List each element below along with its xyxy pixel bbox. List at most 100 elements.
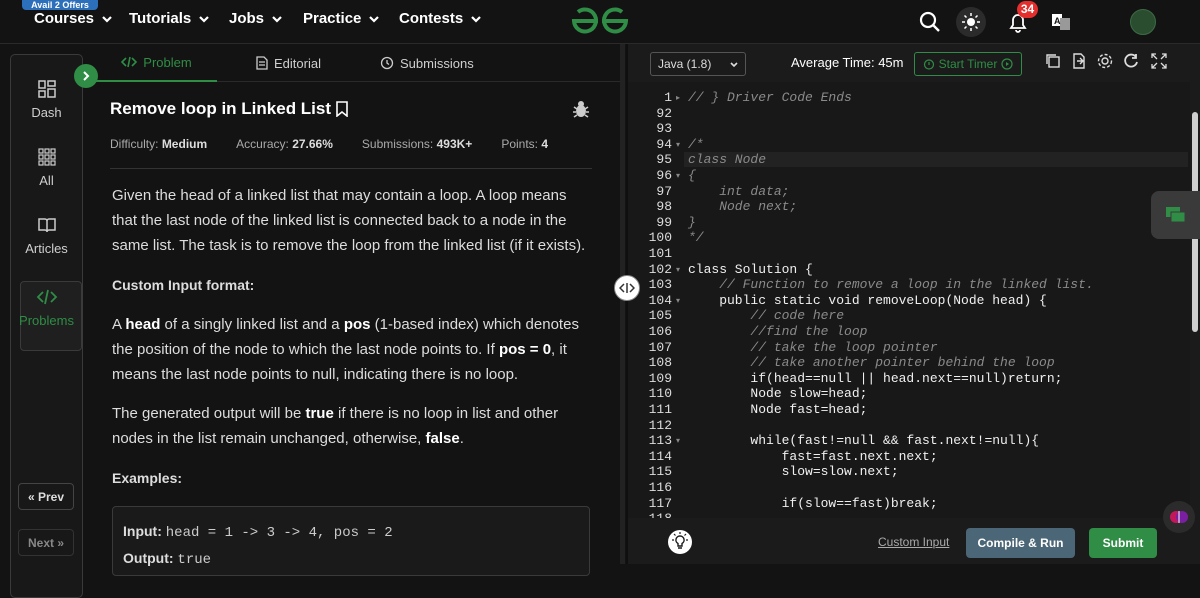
code-editor[interactable]: 1 ▸ // } Driver Code Ends 92 93 94 ▾ /* 95 class … — [628, 82, 1190, 518]
sidebar-item-all[interactable]: All — [11, 147, 82, 188]
nav-practice[interactable]: Practice — [303, 10, 381, 27]
chevron-down-icon — [369, 15, 380, 23]
dashboard-icon — [37, 80, 56, 98]
resize-handle[interactable] — [614, 275, 640, 301]
chevron-down-icon — [102, 15, 112, 23]
chat-button[interactable] — [1151, 191, 1200, 239]
code-line: Node slow=head; — [688, 386, 868, 402]
reset-icon[interactable] — [1122, 52, 1140, 70]
sidebar-item-dash[interactable]: Dash — [11, 79, 82, 120]
ai-assistant-button[interactable] — [1163, 501, 1195, 533]
fullscreen-icon[interactable] — [1150, 52, 1168, 70]
points: Points: 4 — [501, 137, 549, 151]
nav-label: Jobs — [229, 10, 265, 27]
svg-text:A: A — [1054, 16, 1061, 26]
nav-label: Courses — [34, 10, 95, 27]
language-select[interactable]: Java (1.8) — [650, 52, 746, 76]
code-line: fast=fast.next.next; — [688, 448, 938, 464]
line-number: 115 — [648, 464, 672, 480]
code-line: Node fast=head; — [688, 402, 868, 417]
copy-icon[interactable] — [1044, 52, 1062, 70]
avatar[interactable] — [1130, 9, 1156, 35]
bookmark-icon[interactable] — [335, 101, 349, 117]
nav-label: Practice — [303, 10, 362, 27]
code-line: slow=slow.next; — [688, 464, 899, 480]
line-number: 111 — [648, 402, 672, 417]
lightbulb-icon — [672, 532, 688, 549]
brain-icon — [1170, 511, 1188, 523]
tab-problem[interactable]: Problem — [96, 44, 217, 82]
chat-icon — [1165, 207, 1185, 223]
code-line: if(slow==fast)break; — [688, 495, 938, 511]
nav-label: Tutorials — [129, 10, 192, 27]
hint-button[interactable] — [668, 530, 692, 554]
line-number: 98 — [656, 199, 672, 215]
gfg-logo[interactable] — [570, 6, 630, 36]
nav-courses[interactable]: Courses — [34, 10, 114, 27]
line-number: 100 — [648, 230, 672, 246]
collapse-sidebar-button[interactable] — [74, 64, 98, 88]
chevron-down-icon — [730, 62, 738, 68]
import-icon[interactable] — [1070, 52, 1088, 70]
example-output: Output: true — [123, 550, 212, 568]
theme-toggle-icon[interactable] — [956, 7, 986, 37]
chevron-down-icon — [471, 15, 481, 23]
play-icon — [1001, 58, 1013, 70]
code-icon — [619, 283, 635, 293]
submit-button[interactable]: Submit — [1089, 528, 1157, 558]
sidebar-panel: Dash All Articles Problems « Prev Next » — [10, 54, 83, 598]
bug-report-icon[interactable] — [570, 98, 592, 120]
fold-icon[interactable]: ▾ — [676, 171, 680, 180]
nav-jobs[interactable]: Jobs — [229, 10, 284, 27]
fold-icon[interactable]: ▸ — [676, 93, 680, 102]
chevron-down-icon — [272, 15, 282, 23]
timer-icon — [923, 59, 934, 70]
line-number: 102 — [648, 261, 672, 277]
offer-badge[interactable]: Avail 2 Offers — [22, 0, 98, 10]
search-icon[interactable] — [915, 7, 945, 37]
editor-actions: Custom Input Compile & Run Submit — [628, 518, 1200, 564]
fold-icon[interactable]: ▾ — [676, 436, 680, 445]
next-button[interactable]: Next » — [18, 529, 74, 556]
custom-input-link[interactable]: Custom Input — [878, 535, 949, 549]
translate-icon[interactable]: A — [1046, 7, 1076, 37]
fold-icon[interactable]: ▾ — [676, 140, 680, 149]
nav-tutorials[interactable]: Tutorials — [129, 10, 211, 27]
document-icon — [256, 56, 268, 70]
problem-title: Remove loop in Linked List — [110, 99, 332, 118]
tab-editorial[interactable]: Editorial — [256, 44, 321, 82]
nav-contests[interactable]: Contests — [399, 10, 483, 27]
code-icon — [36, 289, 57, 305]
tab-label: Editorial — [274, 55, 321, 71]
code-line: // take the loop pointer — [688, 339, 938, 355]
problem-meta: Difficulty: Medium Accuracy: 27.66% Subm… — [110, 137, 548, 151]
sidebar-item-articles[interactable]: Articles — [11, 215, 82, 256]
gear-icon[interactable] — [1096, 52, 1114, 70]
line-number: 97 — [656, 183, 672, 199]
notification-badge: 34 — [1017, 1, 1038, 18]
tab-submissions[interactable]: Submissions — [380, 44, 474, 82]
problem-scrollbar[interactable] — [620, 44, 625, 564]
divider — [110, 168, 592, 169]
fold-icon[interactable]: ▾ — [676, 265, 680, 274]
start-timer-button[interactable]: Start Timer — [914, 52, 1022, 76]
editor-scrollbar[interactable] — [1190, 82, 1200, 518]
code-line: int data; — [688, 183, 790, 199]
problem-tabs: Problem Editorial Submissions — [96, 44, 620, 82]
line-number: 96 — [656, 168, 672, 183]
line-number: 95 — [656, 152, 672, 168]
line-number: 101 — [648, 246, 672, 261]
chevron-down-icon — [199, 15, 210, 23]
code-line: } — [688, 214, 696, 230]
fold-icon[interactable]: ▾ — [676, 296, 680, 305]
compile-run-button[interactable]: Compile & Run — [966, 528, 1075, 558]
line-number: 117 — [648, 495, 672, 511]
line-number: 116 — [648, 480, 672, 495]
code-line: /* — [688, 136, 704, 152]
line-number: 109 — [648, 370, 672, 386]
sidebar-item-problems-content[interactable]: Problems — [11, 287, 82, 328]
prev-button[interactable]: « Prev — [18, 483, 74, 510]
code-line: // } Driver Code Ends — [688, 90, 852, 105]
editor-toolbar: Java (1.8) Average Time: 45m Start Timer — [628, 44, 1200, 82]
example-input: Input: head = 1 -> 3 -> 4, pos = 2 — [123, 523, 393, 541]
